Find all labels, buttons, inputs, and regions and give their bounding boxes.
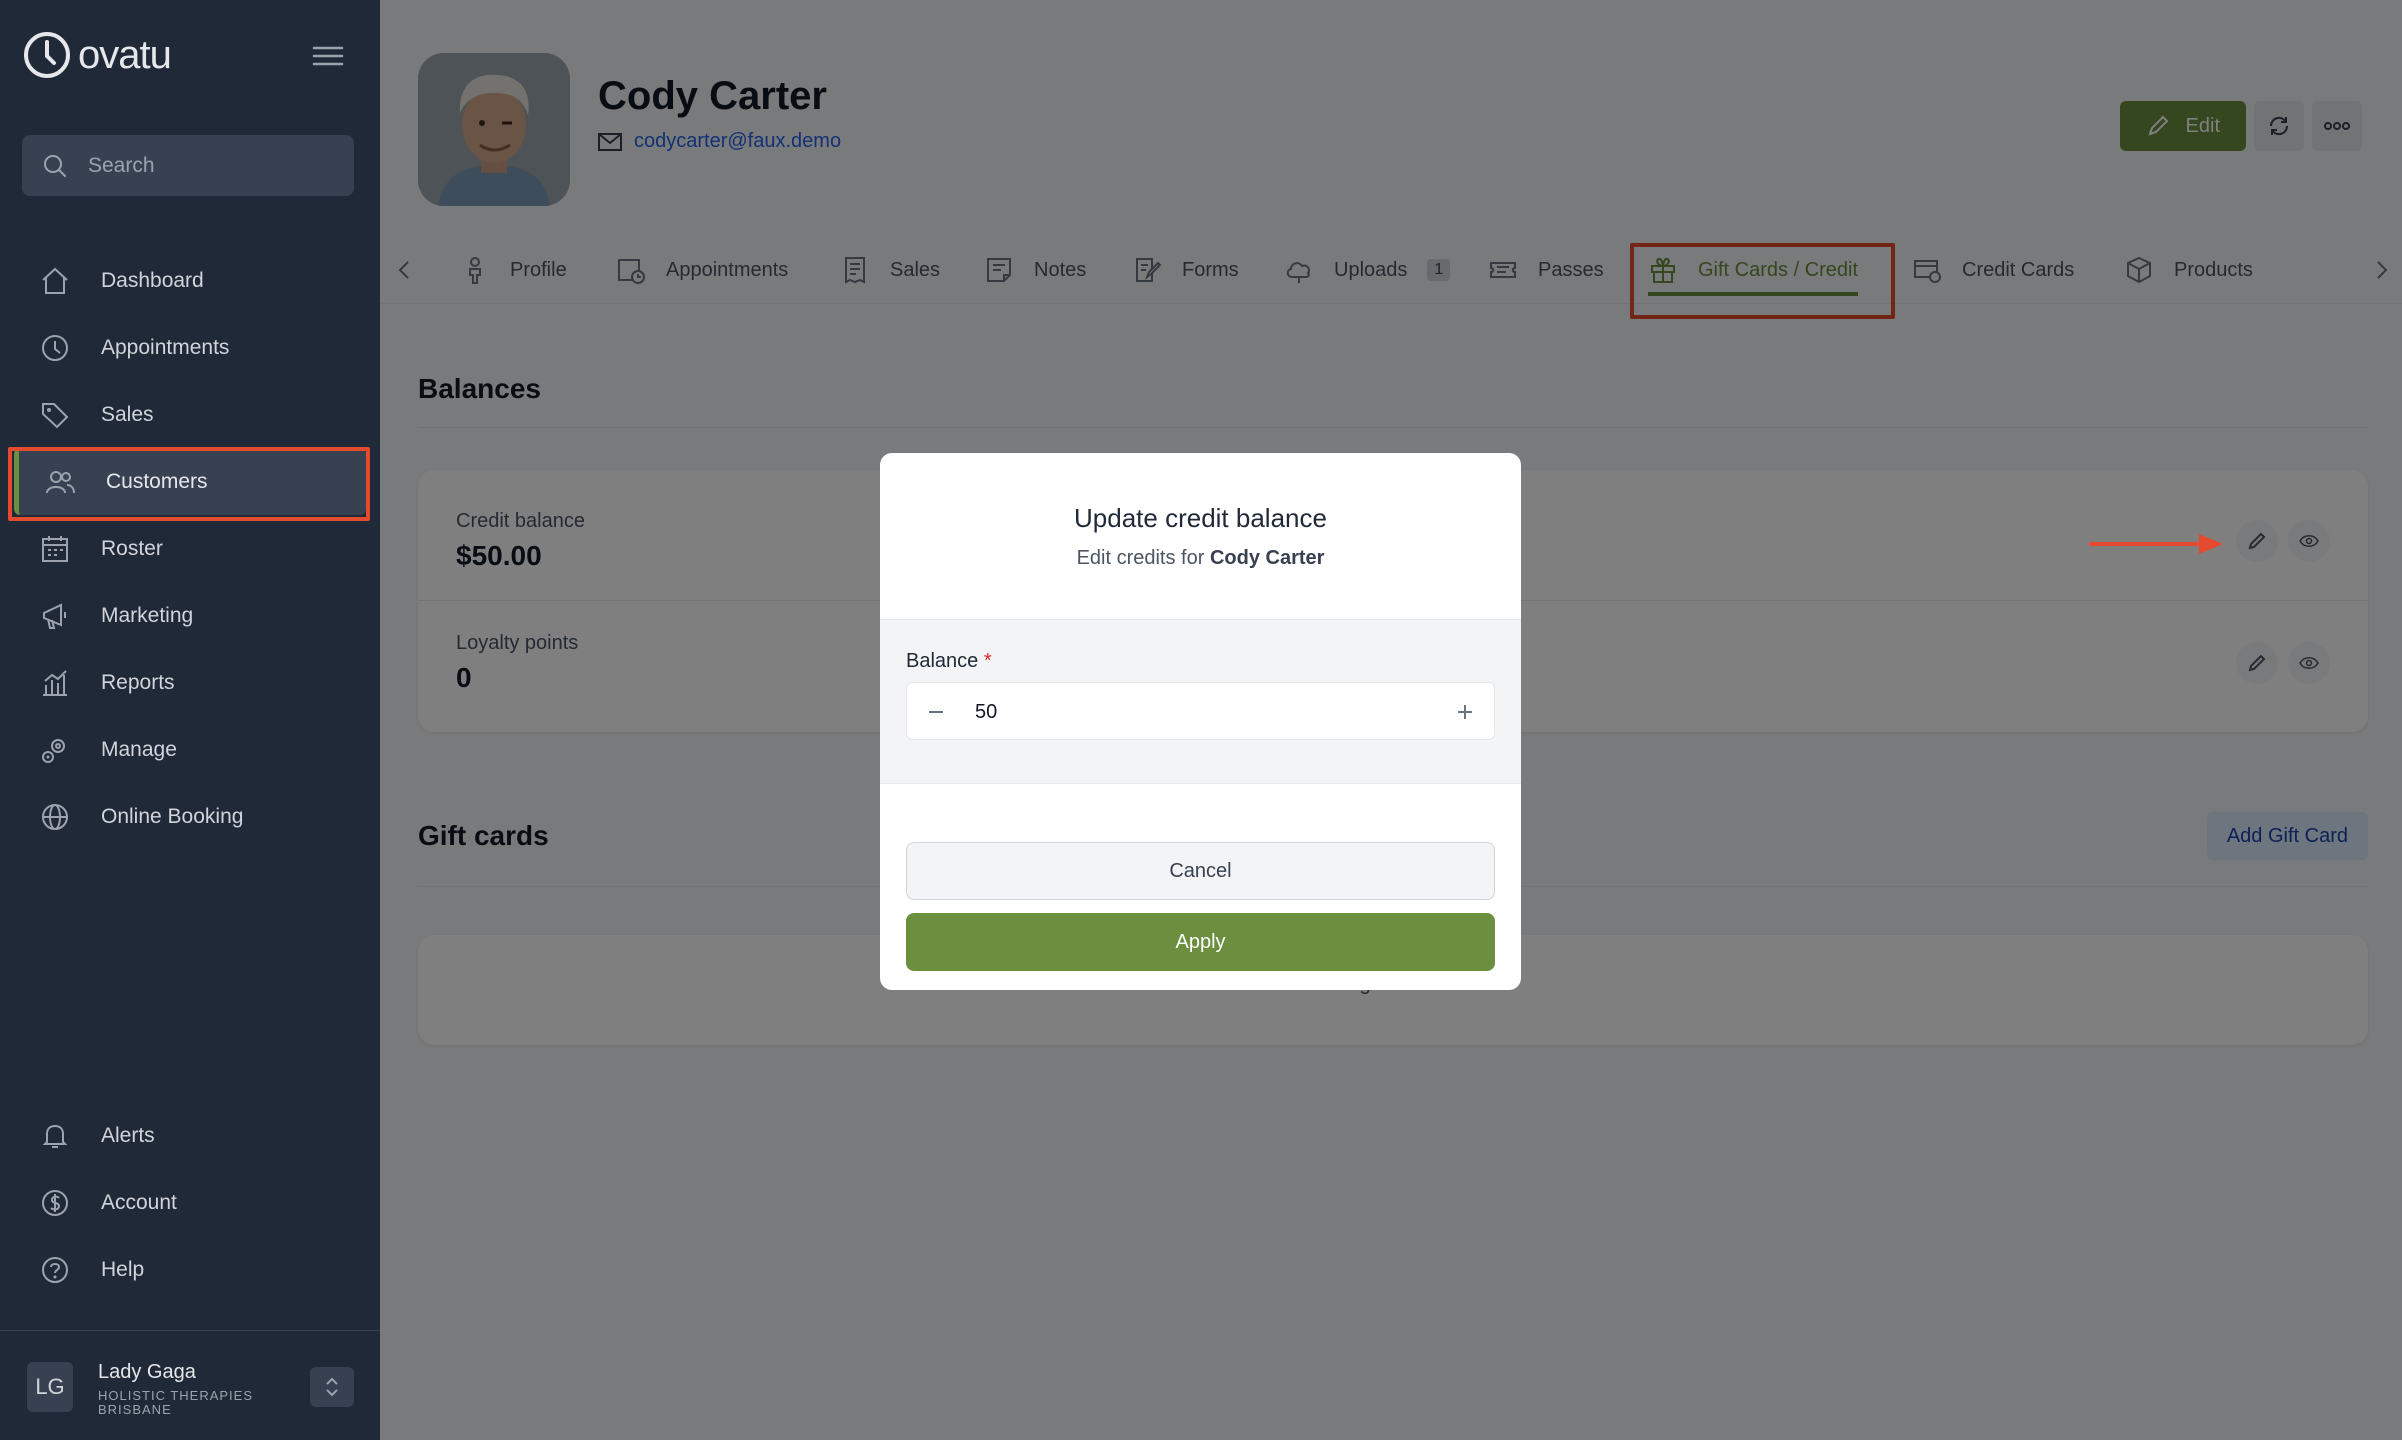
sidebar-item-label: Online Booking: [101, 804, 244, 828]
sidebar-item-marketing[interactable]: Marketing: [0, 582, 380, 649]
apply-button[interactable]: Apply: [906, 913, 1495, 971]
sidebar-item-label: Customers: [106, 469, 208, 493]
sidebar-item-roster[interactable]: Roster: [0, 515, 380, 582]
help-icon: [42, 1256, 68, 1283]
sidebar-item-online-booking[interactable]: Online Booking: [0, 783, 380, 850]
sidebar-item-label: Dashboard: [101, 268, 204, 292]
globe-icon: [42, 803, 68, 830]
gear-icon: [42, 738, 65, 763]
modal-title: Update credit balance: [1074, 503, 1327, 533]
plus-icon: [1458, 705, 1472, 719]
sidebar-item-label: Help: [101, 1257, 145, 1281]
bell-icon: [42, 1124, 68, 1148]
home-icon: [42, 267, 68, 294]
minus-icon: [929, 711, 943, 713]
sidebar-nav: Dashboard Appointments Sales Customers R…: [0, 247, 380, 850]
sidebar-bottom-nav: Alerts Account Help: [0, 1102, 380, 1303]
user-name: Lady Gaga: [98, 1361, 196, 1383]
sidebar-item-sales[interactable]: Sales: [0, 381, 380, 448]
tag-icon: [42, 402, 69, 428]
chart-icon: [43, 669, 67, 696]
sidebar-item-dashboard[interactable]: Dashboard: [0, 247, 380, 314]
sidebar-item-manage[interactable]: Manage: [0, 716, 380, 783]
hamburger-menu-icon[interactable]: [310, 44, 346, 68]
sidebar-item-label: Marketing: [101, 603, 194, 627]
search-input[interactable]: [88, 153, 328, 178]
sidebar-item-label: Account: [101, 1190, 177, 1214]
sidebar-item-account[interactable]: Account: [0, 1169, 380, 1236]
sidebar-item-label: Roster: [101, 536, 163, 560]
sidebar-item-alerts[interactable]: Alerts: [0, 1102, 380, 1169]
balance-input[interactable]: [975, 695, 1415, 729]
required-asterisk: *: [983, 650, 992, 672]
annotation-arrow-icon: [2089, 534, 2223, 554]
sidebar-item-label: Reports: [101, 670, 175, 694]
users-icon: [46, 470, 75, 493]
sidebar-item-help[interactable]: Help: [0, 1236, 380, 1303]
sidebar: ovatu Dashboard Appointments Sales Custo…: [0, 0, 380, 1440]
sidebar-item-appointments[interactable]: Appointments: [0, 314, 380, 381]
sidebar-item-label: Manage: [101, 737, 177, 761]
avatar: LG: [27, 1362, 73, 1412]
sidebar-search[interactable]: [22, 135, 354, 196]
logo-clock-icon: [24, 32, 70, 78]
modal-subtitle-prefix: Edit credits for: [1076, 547, 1205, 569]
app-logo[interactable]: ovatu: [22, 30, 172, 80]
cancel-button[interactable]: Cancel: [906, 842, 1495, 900]
sidebar-item-reports[interactable]: Reports: [0, 649, 380, 716]
modal-subtitle-name: Cody Carter: [1209, 547, 1325, 569]
balance-field-label: Balance *: [906, 650, 992, 673]
dollar-icon: [42, 1189, 68, 1216]
chevron-up-down-icon: [326, 1377, 338, 1397]
modal-subtitle: Edit credits for Cody Carter: [880, 547, 1521, 570]
decrement-button[interactable]: [921, 697, 951, 727]
increment-button[interactable]: [1450, 697, 1480, 727]
sidebar-item-customers[interactable]: Customers: [14, 448, 366, 515]
sidebar-item-label: Sales: [101, 402, 154, 426]
balance-stepper: [906, 682, 1495, 740]
megaphone-icon: [43, 602, 66, 629]
update-credit-modal: Update credit balance Edit credits for C…: [880, 453, 1521, 990]
business-name: HOLISTIC THERAPIES BRISBANE: [98, 1388, 254, 1417]
search-icon: [44, 154, 66, 177]
balance-label-text: Balance: [906, 650, 979, 672]
user-profile-switcher[interactable]: LG Lady Gaga HOLISTIC THERAPIES BRISBANE: [0, 1330, 380, 1440]
clock-icon: [42, 334, 68, 361]
sidebar-item-label: Appointments: [101, 335, 230, 359]
calendar-icon: [42, 535, 68, 562]
logo-text: ovatu: [78, 32, 172, 77]
switch-account-button[interactable]: [310, 1367, 354, 1407]
sidebar-item-label: Alerts: [101, 1123, 155, 1147]
modal-body: Balance *: [880, 619, 1521, 784]
